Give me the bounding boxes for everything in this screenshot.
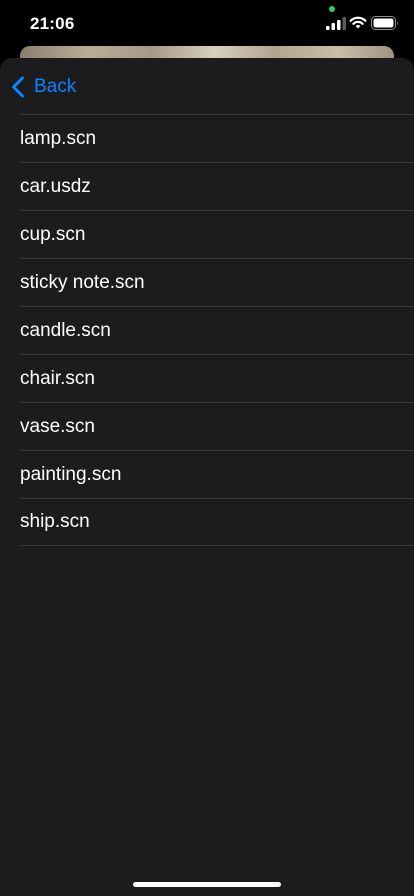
- list-item-sticky-note[interactable]: sticky note.scn: [20, 258, 414, 306]
- cellular-signal-icon: [326, 17, 346, 30]
- privacy-indicator-dot: [329, 6, 335, 12]
- list-item-ship[interactable]: ship.scn: [20, 498, 414, 546]
- list-item-candle[interactable]: candle.scn: [20, 306, 414, 354]
- battery-icon: [371, 16, 398, 30]
- list-item-cup[interactable]: cup.scn: [20, 210, 414, 258]
- file-picker-sheet: Back lamp.scn car.usdz cup.scn sticky no…: [0, 58, 414, 896]
- back-label: Back: [34, 76, 77, 97]
- chevron-left-icon: [12, 76, 24, 98]
- wifi-icon: [349, 16, 367, 29]
- screen: 21:06 Back lamp.scn car.usdz cup.scn sti…: [0, 0, 414, 896]
- back-button[interactable]: Back: [10, 72, 76, 102]
- status-bar: 21:06: [0, 0, 414, 48]
- status-time: 21:06: [30, 14, 75, 33]
- list-item-vase[interactable]: vase.scn: [20, 402, 414, 450]
- list-item-car[interactable]: car.usdz: [20, 162, 414, 210]
- list-item-lamp[interactable]: lamp.scn: [20, 114, 414, 162]
- navigation-bar: Back: [0, 58, 414, 114]
- file-list: lamp.scn car.usdz cup.scn sticky note.sc…: [20, 114, 414, 546]
- list-item-chair[interactable]: chair.scn: [20, 354, 414, 402]
- list-item-painting[interactable]: painting.scn: [20, 450, 414, 498]
- home-indicator[interactable]: [133, 882, 281, 887]
